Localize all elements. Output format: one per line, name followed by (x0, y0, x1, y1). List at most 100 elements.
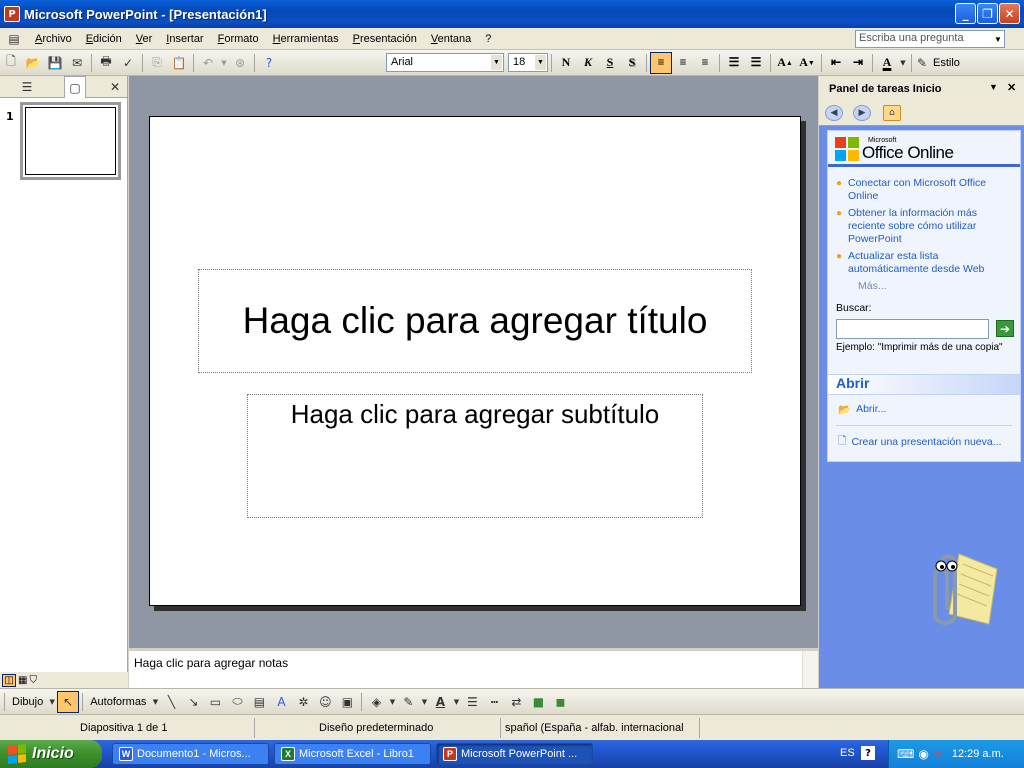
paste-icon[interactable]: 📋 (168, 52, 190, 74)
close-icon[interactable]: ✕ (104, 76, 126, 98)
decrease-font-size-icon[interactable]: A ▼ (796, 52, 818, 74)
office-assistant-clippy[interactable] (919, 544, 999, 634)
arrow-style-icon[interactable]: ⇄ (505, 691, 527, 713)
security-shield-icon[interactable]: ⛨ (933, 747, 942, 762)
list-item[interactable]: ● Obtener la información más reciente sob… (836, 207, 1014, 246)
draw-menu-button[interactable]: Dibujo (8, 696, 47, 708)
back-icon[interactable]: ◀ (825, 105, 843, 121)
help-icon[interactable]: ? (258, 52, 280, 74)
chevron-down-icon[interactable]: ▼ (47, 691, 57, 713)
bullets-icon[interactable]: ☰ (745, 52, 767, 74)
list-item[interactable]: ● Actualizar esta lista automáticamente d… (836, 250, 1014, 276)
minimize-button[interactable]: _ (955, 3, 976, 24)
taskbar-button-word[interactable]: W Documento1 - Micros... (112, 743, 269, 765)
new-document-icon[interactable]: 🗋 (0, 52, 22, 74)
shadow-style-icon[interactable]: ■ (527, 691, 549, 713)
language-indicator[interactable]: ES (840, 747, 855, 759)
wordart-icon[interactable]: A (270, 691, 292, 713)
autoshapes-button[interactable]: Autoformas (86, 696, 150, 708)
network-icon[interactable]: ⌨ (897, 747, 914, 761)
align-left-icon[interactable]: ≡ (650, 51, 672, 74)
rectangle-icon[interactable]: ▭ (204, 691, 226, 713)
line-color-icon[interactable]: ✎ (397, 691, 419, 713)
chevron-down-icon[interactable]: ▼ (419, 691, 429, 713)
line-icon[interactable]: ╲ (160, 691, 182, 713)
taskbar-button-excel[interactable]: X Microsoft Excel - Libro1 (274, 743, 431, 765)
picture-icon[interactable]: ▣ (336, 691, 358, 713)
chevron-down-icon[interactable]: ▼ (219, 52, 229, 74)
chevron-down-icon[interactable]: ▼ (898, 52, 908, 74)
font-color-icon[interactable]: A (876, 52, 898, 74)
taskbar-button-powerpoint[interactable]: P Microsoft PowerPoint ... (436, 743, 593, 765)
home-icon[interactable]: ⌂ (883, 105, 901, 121)
link-connect[interactable]: Conectar con Microsoft Office Online (848, 177, 1014, 203)
print-icon[interactable]: 🖶 (95, 52, 117, 74)
go-arrow-icon[interactable]: ➔ (996, 320, 1014, 337)
menu-ventana[interactable]: Ventana (424, 33, 478, 45)
arrow-icon[interactable]: ↘ (182, 691, 204, 713)
font-color-icon[interactable]: A (429, 691, 451, 713)
slide-show-view-icon[interactable]: ⛉ (29, 675, 37, 686)
ask-question-input[interactable]: Escriba una pregunta ▼ (855, 30, 1005, 48)
menu-help[interactable]: ? (478, 33, 498, 45)
select-pointer-icon[interactable]: ↖ (57, 690, 80, 713)
menu-edicion[interactable]: Edición (79, 33, 129, 45)
oval-icon[interactable]: ⬭ (226, 691, 248, 713)
increase-indent-icon[interactable]: ⇥ (847, 52, 869, 74)
slide-canvas[interactable]: Haga clic para agregar título Haga clic … (149, 116, 801, 606)
list-item[interactable]: ● Conectar con Microsoft Office Online (836, 177, 1014, 203)
permission-icon[interactable]: ✉ (66, 52, 88, 74)
chevron-down-icon[interactable]: ▼ (992, 31, 1004, 47)
title-placeholder[interactable]: Haga clic para agregar título (198, 269, 752, 373)
new-presentation-row[interactable]: 🗋 Crear una presentación nueva... (828, 434, 1020, 450)
chevron-down-icon[interactable]: ▼ (387, 691, 397, 713)
link-update-list[interactable]: Actualizar esta lista automáticamente de… (848, 250, 1014, 276)
bold-button[interactable]: N (555, 52, 577, 74)
new-presentation-link[interactable]: Crear una presentación nueva... (851, 436, 1001, 448)
copy-icon[interactable]: ⎘ (146, 52, 168, 74)
shadow-button[interactable]: S (621, 52, 643, 74)
link-latest-info[interactable]: Obtener la información más reciente sobr… (848, 207, 1014, 246)
menu-presentacion[interactable]: Presentación (346, 33, 424, 45)
open-link[interactable]: Abrir... (856, 403, 886, 415)
increase-font-size-icon[interactable]: A ▲ (774, 52, 796, 74)
italic-button[interactable]: K (577, 52, 599, 74)
restore-button[interactable]: ❐ (977, 3, 998, 24)
fill-color-icon[interactable]: ◈ (365, 691, 387, 713)
notes-pane[interactable]: Haga clic para agregar notas (129, 648, 818, 688)
more-link[interactable]: Más... (828, 280, 1020, 292)
powerpoint-app-icon[interactable]: P (4, 6, 20, 22)
help-icon[interactable]: ? (861, 746, 875, 760)
document-control-icon[interactable]: ▤ (0, 28, 28, 50)
chevron-down-icon[interactable]: ▼ (989, 82, 998, 92)
toolbar-options-icon[interactable] (280, 52, 380, 74)
slide-sorter-view-icon[interactable]: ▦ (18, 675, 27, 686)
normal-view-icon[interactable]: ◫ (2, 673, 16, 687)
align-right-icon[interactable]: ≡ (694, 52, 716, 74)
menu-archivo[interactable]: Archivo (28, 33, 79, 45)
volume-icon[interactable]: ◉ (918, 747, 928, 761)
research-icon[interactable]: ⊛ (229, 52, 251, 74)
open-link-row[interactable]: 📂 Abrir... (828, 401, 1020, 417)
search-input[interactable] (836, 319, 989, 339)
font-name-select[interactable]: Arial ▼ (386, 53, 504, 72)
style-button[interactable]: Estilo (929, 57, 964, 69)
line-style-icon[interactable]: ☰ (461, 691, 483, 713)
spelling-icon[interactable]: ✓ (117, 52, 139, 74)
save-icon[interactable]: 💾 (44, 52, 66, 74)
design-icon[interactable]: ✎ (915, 52, 929, 74)
chevron-down-icon[interactable]: ▼ (451, 691, 461, 713)
open-folder-icon[interactable]: 📂 (22, 52, 44, 74)
menu-formato[interactable]: Formato (211, 33, 266, 45)
undo-icon[interactable]: ↶ (197, 52, 219, 74)
dash-style-icon[interactable]: ┅ (483, 691, 505, 713)
chevron-down-icon[interactable]: ▼ (491, 55, 502, 70)
notes-scrollbar[interactable] (802, 651, 818, 688)
decrease-indent-icon[interactable]: ⇤ (825, 52, 847, 74)
align-center-icon[interactable]: ≡ (672, 52, 694, 74)
menu-herramientas[interactable]: Herramientas (266, 33, 346, 45)
menu-ver[interactable]: Ver (129, 33, 160, 45)
chevron-down-icon[interactable]: ▼ (535, 55, 546, 70)
clip-art-icon[interactable]: ☺ (314, 691, 336, 713)
slides-tab-icon[interactable]: ▢ (64, 76, 86, 98)
